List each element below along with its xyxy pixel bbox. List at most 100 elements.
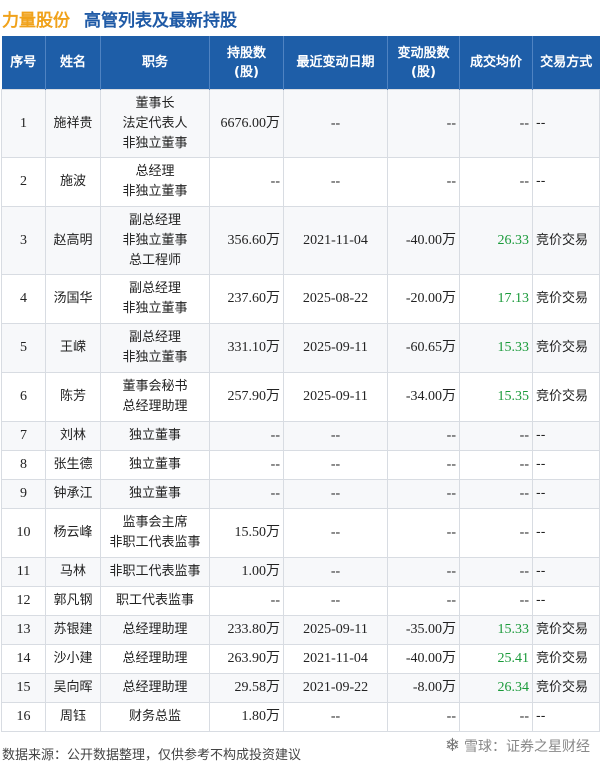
executive-name: 马林 <box>45 557 101 587</box>
average-price: -- <box>459 508 533 558</box>
shares-held: 356.60万 <box>209 206 284 275</box>
col-header-method: 交易方式 <box>532 36 600 90</box>
executive-role: 监事会主席 非职工代表监事 <box>100 508 210 558</box>
snowball-icon: ❄ <box>444 735 460 756</box>
table-row: 14 沙小建 总经理助理 263.90万 2021-11-04 -40.00万 25.41 竞… <box>1 644 600 674</box>
trade-method: 竞价交易 <box>532 644 600 674</box>
trade-method: -- <box>532 89 600 158</box>
average-price: -- <box>459 479 533 509</box>
last-change-date: -- <box>283 557 388 587</box>
executive-role: 总经理 非独立董事 <box>100 157 210 207</box>
col-header-date: 最近变动日期 <box>283 36 388 90</box>
shares-held: 263.90万 <box>209 644 284 674</box>
role-line: 总经理助理 <box>122 399 188 414</box>
executive-role: 独立董事 <box>100 450 210 480</box>
share-change: -20.00万 <box>387 274 460 324</box>
table-row: 1 施祥贵 董事长 法定代表人 非独立董事 6676.00万 -- -- -- -- <box>1 89 600 158</box>
role-line: 总经理助理 <box>122 651 188 666</box>
share-change: -40.00万 <box>387 206 460 275</box>
company-name: 力量股份 <box>2 10 70 31</box>
share-change: -- <box>387 557 460 587</box>
shares-held: 331.10万 <box>209 323 284 373</box>
row-number: 3 <box>1 206 46 275</box>
last-change-date: -- <box>283 421 388 451</box>
table-row: 9 钟承江 独立董事 -- -- -- -- -- <box>1 479 600 509</box>
table-row: 10 杨云峰 监事会主席 非职工代表监事 15.50万 -- -- -- -- <box>1 508 600 558</box>
executive-role: 总经理助理 <box>100 673 210 703</box>
role-line: 总工程师 <box>128 252 181 268</box>
page-title: 高管列表及最新持股 <box>84 10 237 31</box>
row-number: 7 <box>1 421 46 451</box>
role-line: 监事会主席 <box>122 515 188 530</box>
role-line: 非独立董事 <box>122 232 188 248</box>
trade-method: -- <box>532 157 600 207</box>
role-line: 董事长 <box>135 95 175 111</box>
executive-role: 独立董事 <box>100 479 210 509</box>
table-row: 4 汤国华 副总经理 非独立董事 237.60万 2025-08-22 -20.00万 17.… <box>1 274 600 324</box>
trade-method: 竞价交易 <box>532 274 600 324</box>
row-number: 9 <box>1 479 46 509</box>
shares-held: 1.00万 <box>209 557 284 587</box>
last-change-date: 2021-11-04 <box>283 644 388 674</box>
row-number: 16 <box>1 702 46 732</box>
row-number: 2 <box>1 157 46 207</box>
role-line: 独立董事 <box>128 457 181 472</box>
executive-role: 副总经理 非独立董事 <box>100 323 210 373</box>
role-line: 非独立董事 <box>122 184 188 199</box>
share-change: -60.65万 <box>387 323 460 373</box>
row-number: 12 <box>1 586 46 616</box>
executive-name: 郭凡钢 <box>45 586 101 616</box>
page-header: 力量股份 高管列表及最新持股 <box>0 0 600 36</box>
shares-held: 233.80万 <box>209 615 284 645</box>
row-number: 8 <box>1 450 46 480</box>
executive-name: 刘林 <box>45 421 101 451</box>
role-line: 独立董事 <box>128 486 181 501</box>
row-number: 1 <box>1 89 46 158</box>
last-change-date: -- <box>283 479 388 509</box>
table-header-row: 序号 姓名 职务 持股数 (股) 最近变动日期 变动股数 (股) 成交均价 交易方式 <box>1 36 600 90</box>
role-line: 独立董事 <box>128 428 181 443</box>
brand-text: 雪球：证券之星财经 <box>464 738 590 755</box>
share-change: -- <box>387 586 460 616</box>
row-number: 15 <box>1 673 46 703</box>
row-number: 14 <box>1 644 46 674</box>
executive-name: 施波 <box>45 157 101 207</box>
executive-name: 张生德 <box>45 450 101 480</box>
shares-held: -- <box>209 450 284 480</box>
trade-method: -- <box>532 702 600 732</box>
last-change-date: 2021-11-04 <box>283 206 388 275</box>
executive-holdings-table: 序号 姓名 职务 持股数 (股) 最近变动日期 变动股数 (股) 成交均价 交易方式 1 施祥贵 董事… <box>1 36 600 732</box>
shares-held: 257.90万 <box>209 372 284 422</box>
share-change: -- <box>387 702 460 732</box>
executive-role: 董事会秘书 总经理助理 <box>100 372 210 422</box>
shares-held: -- <box>209 586 284 616</box>
role-line: 职工代表监事 <box>115 593 194 608</box>
shares-held: -- <box>209 479 284 509</box>
data-source-note: 数据来源：公开数据整理，仅供参考不构成投资建议 <box>2 748 302 763</box>
last-change-date: 2025-08-22 <box>283 274 388 324</box>
role-line: 非独立董事 <box>122 301 188 316</box>
average-price: 15.33 <box>459 615 533 645</box>
executive-role: 财务总监 <box>100 702 210 732</box>
row-number: 4 <box>1 274 46 324</box>
table-row: 13 苏银建 总经理助理 233.80万 2025-09-11 -35.00万 15.33 竞… <box>1 615 600 645</box>
executive-name: 沙小建 <box>45 644 101 674</box>
table-body: 1 施祥贵 董事长 法定代表人 非独立董事 6676.00万 -- -- -- -- 2 施波 总经理非… <box>1 89 600 732</box>
average-price: -- <box>459 157 533 207</box>
last-change-date: -- <box>283 702 388 732</box>
role-line: 副总经理 <box>128 281 181 296</box>
table-row: 16 周钰 财务总监 1.80万 -- -- -- -- <box>1 702 600 732</box>
average-price: 26.34 <box>459 673 533 703</box>
table-row: 2 施波 总经理 非独立董事 -- -- -- -- -- <box>1 157 600 207</box>
table-row: 3 赵高明 副总经理 非独立董事 总工程师 356.60万 2021-11-04 -40.00… <box>1 206 600 275</box>
executive-role: 总经理助理 <box>100 644 210 674</box>
row-number: 5 <box>1 323 46 373</box>
executive-role: 副总经理 非独立董事 <box>100 274 210 324</box>
row-number: 11 <box>1 557 46 587</box>
trade-method: -- <box>532 586 600 616</box>
last-change-date: 2021-09-22 <box>283 673 388 703</box>
role-line: 总经理助理 <box>122 622 188 637</box>
executive-name: 陈芳 <box>45 372 101 422</box>
trade-method: -- <box>532 479 600 509</box>
table-row: 5 王嵘 副总经理 非独立董事 331.10万 2025-09-11 -60.65万 15.3… <box>1 323 600 373</box>
